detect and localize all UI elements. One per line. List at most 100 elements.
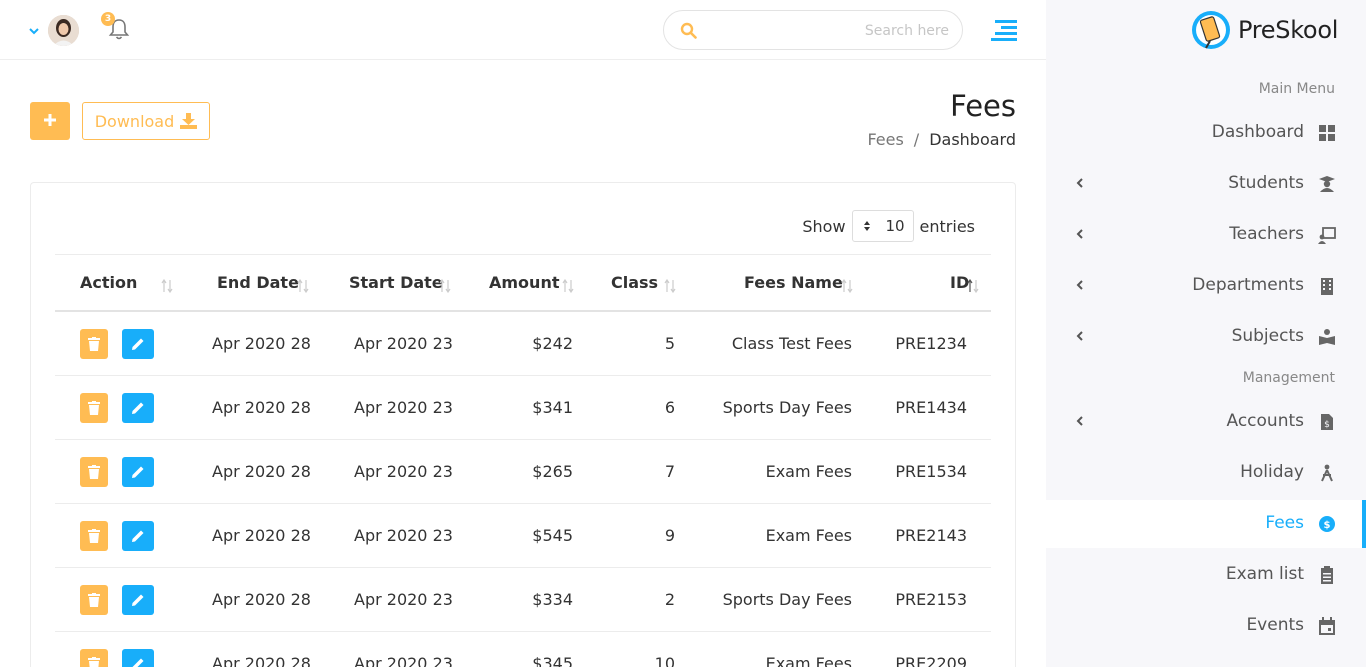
delete-button[interactable]	[80, 649, 108, 667]
invoice-icon: $	[1321, 414, 1333, 430]
sidebar-item-holiday[interactable]: Holiday	[1046, 449, 1366, 497]
menu-toggle-icon[interactable]	[991, 18, 1017, 42]
cell-class: 6	[664, 398, 675, 417]
cell-id: PRE2153	[895, 590, 967, 609]
cell-start-date: Apr 2020 23	[354, 334, 453, 353]
edit-button[interactable]	[122, 393, 154, 423]
column-header-end-date[interactable]: End Date	[217, 273, 299, 292]
cell-fees-name: Sports Day Fees	[722, 590, 852, 609]
trash-icon	[88, 337, 100, 351]
sidebar-item-dashboard[interactable]: Dashboard	[1046, 109, 1366, 157]
sort-icon[interactable]	[664, 279, 676, 293]
chevron-left-icon	[1076, 280, 1083, 290]
user-photo-icon	[48, 15, 79, 46]
cell-amount: $341	[532, 398, 573, 417]
edit-button[interactable]	[122, 649, 154, 667]
book-reader-icon	[1319, 329, 1335, 345]
cell-amount: $334	[532, 590, 573, 609]
sort-icon[interactable]	[439, 279, 451, 293]
add-fee-button[interactable]	[30, 102, 70, 140]
cell-id: PRE2143	[895, 526, 967, 545]
app: 3 PreSkool Main Menu Dashboard	[0, 0, 1366, 667]
column-header-start-date[interactable]: Start Date	[349, 273, 443, 292]
cell-amount: $545	[532, 526, 573, 545]
chevron-left-icon	[1076, 416, 1083, 426]
sidebar-item-label: Dashboard	[1211, 122, 1304, 142]
sidebar-item-subjects[interactable]: Subjects	[1046, 313, 1366, 361]
edit-button[interactable]	[122, 521, 154, 551]
cell-id: PRE1434	[895, 398, 967, 417]
cell-id: PRE1234	[895, 334, 967, 353]
breadcrumb-current: Dashboard	[929, 130, 1016, 149]
search-input[interactable]	[709, 19, 949, 43]
edit-button[interactable]	[122, 329, 154, 359]
search-icon[interactable]	[680, 22, 697, 39]
cell-id: PRE1534	[895, 462, 967, 481]
chevron-left-icon	[1076, 178, 1083, 188]
cell-end-date: Apr 2020 28	[212, 590, 311, 609]
download-icon	[180, 113, 198, 129]
delete-button[interactable]	[80, 457, 108, 487]
cell-start-date: Apr 2020 23	[354, 398, 453, 417]
cell-id: PRE2209	[895, 654, 967, 667]
table-row: Apr 2020 28 Apr 2020 23 $334 2 Sports Da…	[55, 568, 991, 632]
cell-fees-name: Exam Fees	[765, 654, 852, 667]
entries-select[interactable]: 10	[851, 210, 914, 242]
sidebar-item-teachers[interactable]: Teachers	[1046, 211, 1366, 259]
sidebar-item-departments[interactable]: Departments	[1046, 262, 1366, 310]
sidebar-item-exam-list[interactable]: Exam list	[1046, 551, 1366, 599]
avatar[interactable]	[48, 15, 79, 46]
delete-button[interactable]	[80, 393, 108, 423]
sort-icon[interactable]	[161, 279, 173, 293]
teacher-board-icon	[1318, 227, 1336, 244]
fees-table: Action End Date Start Date Amount Class …	[55, 254, 991, 667]
sidebar-item-label: Accounts	[1226, 411, 1305, 431]
delete-button[interactable]	[80, 329, 108, 359]
table-body: Apr 2020 28 Apr 2020 23 $242 5 Class Tes…	[55, 312, 991, 667]
pencil-icon	[132, 658, 144, 667]
top-header: 3	[0, 0, 1046, 60]
sort-select-icon	[863, 221, 870, 231]
delete-button[interactable]	[80, 521, 108, 551]
column-header-fees-name[interactable]: Fees Name	[744, 273, 843, 292]
cell-class: 10	[654, 654, 675, 667]
graduate-icon	[1319, 176, 1335, 192]
sort-icon[interactable]	[297, 279, 309, 293]
cell-fees-name: Exam Fees	[765, 526, 852, 545]
sort-icon[interactable]	[841, 279, 853, 293]
cell-class: 5	[664, 334, 675, 353]
sidebar-item-students[interactable]: Students	[1046, 160, 1366, 208]
breadcrumb-separator: /	[913, 130, 920, 149]
show-label: Show	[802, 216, 846, 236]
pencil-icon	[132, 466, 144, 478]
sidebar-item-fees[interactable]: Fees $	[1046, 500, 1366, 548]
trash-icon	[88, 657, 100, 667]
sidebar-item-accounts[interactable]: Accounts $	[1046, 398, 1366, 446]
sort-icon[interactable]	[967, 279, 979, 293]
download-button[interactable]: Download	[82, 102, 210, 140]
pencil-icon	[132, 530, 144, 542]
column-header-class[interactable]: Class	[611, 273, 658, 292]
search-box	[663, 10, 963, 50]
cell-end-date: Apr 2020 28	[212, 526, 311, 545]
sidebar-item-label: Exam list	[1225, 564, 1304, 584]
cell-fees-name: Exam Fees	[765, 462, 852, 481]
cell-end-date: Apr 2020 28	[212, 462, 311, 481]
cell-end-date: Apr 2020 28	[212, 654, 311, 667]
table-row: Apr 2020 28 Apr 2020 23 $545 9 Exam Fees…	[55, 504, 991, 568]
chevron-down-icon[interactable]	[27, 24, 41, 38]
sidebar-item-events[interactable]: Events	[1046, 602, 1366, 650]
column-header-amount[interactable]: Amount	[489, 273, 559, 292]
breadcrumb: Fees / Dashboard	[867, 130, 1016, 149]
cell-fees-name: Class Test Fees	[731, 334, 852, 353]
edit-button[interactable]	[122, 585, 154, 615]
page-title: Fees	[950, 89, 1016, 123]
brand-logo[interactable]: PreSkool	[1190, 9, 1338, 51]
fees-coin-icon: $	[1319, 516, 1335, 532]
delete-button[interactable]	[80, 585, 108, 615]
edit-button[interactable]	[122, 457, 154, 487]
cell-amount: $265	[532, 462, 573, 481]
column-header-action[interactable]: Action	[80, 273, 137, 292]
breadcrumb-parent-link[interactable]: Fees	[867, 130, 903, 149]
sort-icon[interactable]	[562, 279, 574, 293]
